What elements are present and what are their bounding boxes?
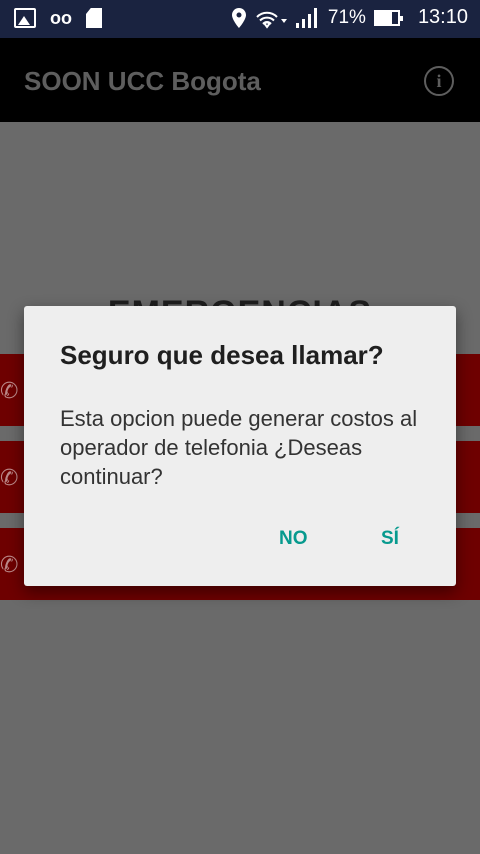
app-title: SOON UCC Bogota xyxy=(24,66,261,96)
phone-icon: ✆ xyxy=(0,465,19,490)
system-icons: 71% 13:10 xyxy=(231,6,468,29)
location-icon xyxy=(231,7,246,28)
clock: 13:10 xyxy=(417,6,468,28)
status-bar: oo 71% 13:10 xyxy=(0,0,480,38)
wifi-icon xyxy=(256,11,287,29)
sd-card-icon xyxy=(86,8,102,28)
battery-percentage: 71% xyxy=(327,6,366,28)
signal-icon xyxy=(295,7,317,28)
no-button[interactable]: NO xyxy=(279,528,308,550)
phone-icon: ✆ xyxy=(0,378,19,403)
dialog-message: Esta opcion puede generar costos al oper… xyxy=(60,406,418,489)
confirm-call-dialog: Seguro que desea llamar? Esta opcion pue… xyxy=(24,306,456,586)
image-icon xyxy=(14,8,36,28)
dialog-title: Seguro que desea llamar? xyxy=(60,340,384,370)
voicemail-icon: oo xyxy=(50,8,72,28)
phone-icon: ✆ xyxy=(0,552,19,577)
battery-icon xyxy=(373,9,403,26)
info-button[interactable]: i xyxy=(424,66,454,96)
notification-icons: oo xyxy=(14,8,102,28)
app-bar: SOON UCC Bogota i xyxy=(0,38,480,122)
yes-button[interactable]: SÍ xyxy=(381,528,399,550)
